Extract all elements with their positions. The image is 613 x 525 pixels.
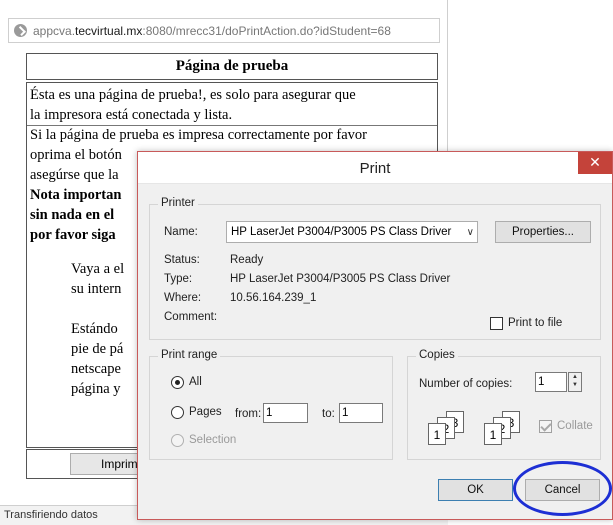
site-info-icon[interactable] bbox=[14, 24, 27, 37]
ok-button[interactable]: OK bbox=[438, 479, 513, 501]
printer-select[interactable]: HP LaserJet P3004/P3005 PS Class Driver … bbox=[226, 221, 478, 243]
from-input[interactable]: 1 bbox=[263, 403, 308, 423]
text-line: por favor siga bbox=[30, 227, 116, 243]
copies-label: Number of copies: bbox=[419, 378, 513, 390]
to-input[interactable]: 1 bbox=[339, 403, 383, 423]
highlight-circle bbox=[513, 461, 612, 516]
text-line: oprima el botón bbox=[30, 147, 122, 163]
url-text[interactable]: appcva.tecvirtual.mx:8080/mrecc31/doPrin… bbox=[33, 24, 391, 38]
all-label: All bbox=[189, 376, 202, 388]
selection-radio[interactable] bbox=[171, 434, 184, 447]
name-label: Name: bbox=[164, 226, 198, 238]
collate-label: Collate bbox=[557, 420, 593, 432]
text-line: Ésta es una página de prueba!, es solo p… bbox=[30, 87, 356, 103]
selection-label: Selection bbox=[189, 434, 237, 446]
copies-input[interactable]: 1 bbox=[535, 372, 567, 392]
dialog-titlebar[interactable]: Print ✕ bbox=[138, 152, 612, 184]
text-line: pie de pá bbox=[71, 341, 124, 357]
text-line: Vaya a el bbox=[71, 261, 125, 277]
printer-select-value: HP LaserJet P3004/P3005 PS Class Driver bbox=[231, 226, 452, 238]
pages-radio[interactable] bbox=[171, 406, 184, 419]
text-line: Si la página de prueba es impresa correc… bbox=[30, 127, 367, 143]
status-value: Ready bbox=[230, 254, 264, 266]
text-line: su intern bbox=[71, 281, 122, 297]
collate-checkbox[interactable] bbox=[539, 420, 552, 433]
text-line: sin nada en el bbox=[30, 207, 115, 223]
type-label: Type: bbox=[164, 273, 193, 285]
where-value: 10.56.164.239_1 bbox=[230, 292, 317, 304]
spinner-up-icon[interactable]: ▲ bbox=[572, 374, 578, 380]
close-icon: ✕ bbox=[589, 154, 601, 170]
text-line: página y bbox=[71, 381, 121, 397]
text-line: Estándo bbox=[71, 321, 118, 337]
printer-group-label: Printer bbox=[158, 197, 198, 209]
copies-group-label: Copies bbox=[416, 349, 458, 361]
pages-label: Pages bbox=[189, 406, 222, 418]
text-line: la impresora está conectada y lista. bbox=[30, 107, 233, 123]
status-text: Transfiriendo datos bbox=[4, 509, 98, 521]
properties-button[interactable]: Properties... bbox=[495, 221, 591, 243]
text-line: asegúrse que la bbox=[30, 167, 119, 183]
print-to-file-label: Print to file bbox=[508, 317, 563, 329]
print-range-label: Print range bbox=[158, 349, 221, 361]
all-radio[interactable] bbox=[171, 376, 184, 389]
copies-spinner[interactable]: ▲ ▼ bbox=[568, 372, 582, 392]
comment-label: Comment: bbox=[164, 311, 218, 323]
text-line: Nota importan bbox=[30, 187, 122, 203]
status-label: Status: bbox=[164, 254, 200, 266]
text-line: netscape bbox=[71, 361, 121, 377]
type-value: HP LaserJet P3004/P3005 PS Class Driver bbox=[230, 273, 451, 285]
page-title: Página de prueba bbox=[26, 53, 438, 80]
collate-icon: 3 2 1 bbox=[428, 411, 468, 445]
address-bar[interactable]: appcva.tecvirtual.mx:8080/mrecc31/doPrin… bbox=[8, 18, 440, 43]
dialog-title: Print bbox=[359, 160, 391, 177]
print-to-file-checkbox[interactable] bbox=[490, 317, 503, 330]
where-label: Where: bbox=[164, 292, 202, 304]
collate-icon: 3 2 1 bbox=[484, 411, 524, 445]
spinner-down-icon[interactable]: ▼ bbox=[572, 382, 578, 388]
close-button[interactable]: ✕ bbox=[578, 152, 612, 174]
chevron-down-icon: ∨ bbox=[466, 227, 474, 238]
to-label: to: bbox=[322, 408, 335, 420]
from-label: from: bbox=[235, 408, 262, 420]
